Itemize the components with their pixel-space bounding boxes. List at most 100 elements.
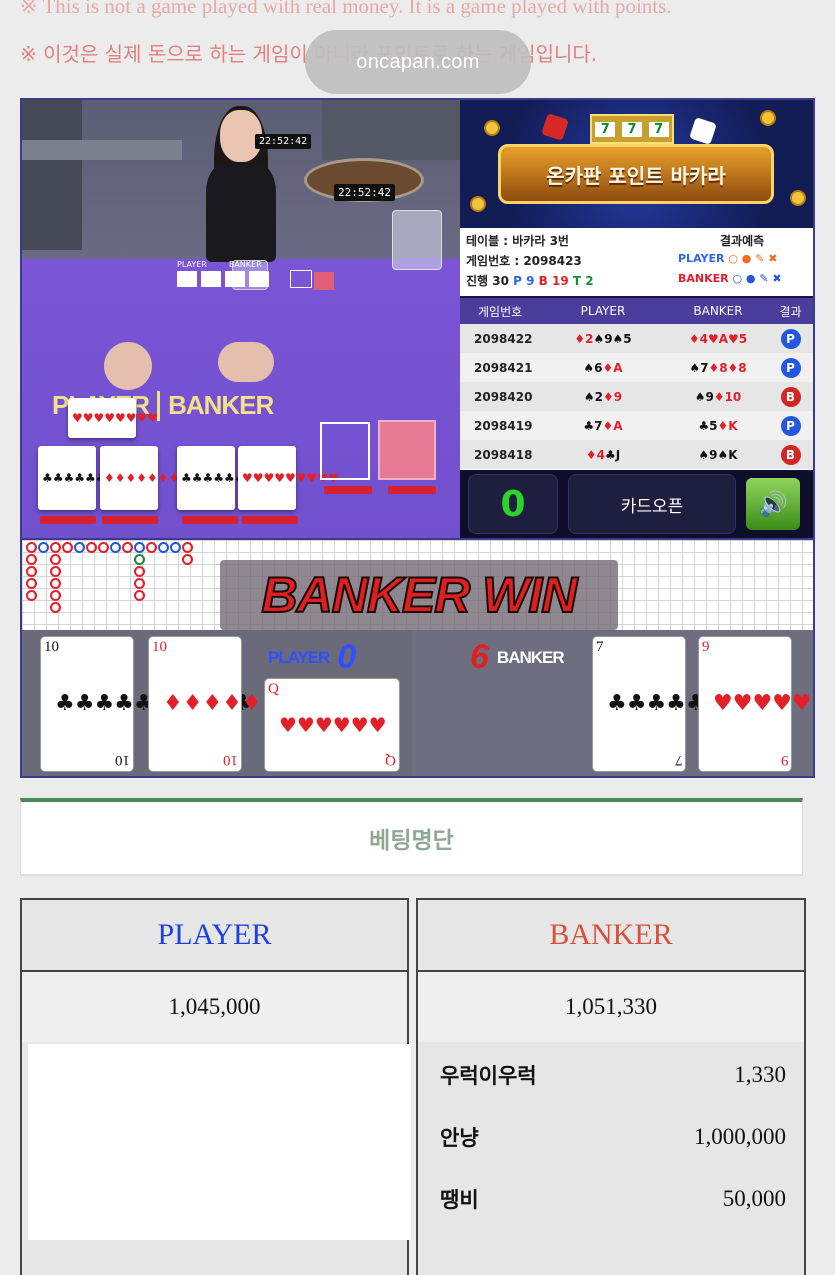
bettor-name: 땡비: [440, 1188, 479, 1212]
betting-list-title: 베팅명단: [369, 828, 454, 854]
history-header: 게임번호 PLAYER BANKER 결과: [460, 298, 813, 324]
dealer-clock: 22:52:42: [255, 134, 312, 149]
table-card: ♣♣♣♣♣♣♣♣♣♣: [38, 446, 150, 510]
road-marker: [74, 542, 85, 553]
history-row: 2098419 ♣7♦A ♣5♦K P: [460, 411, 813, 440]
player-column-header: PLAYER: [22, 900, 407, 972]
history-banker-cards: ♠7♦8♦8: [689, 360, 747, 375]
history-banker-cards: ♣5♦K: [698, 418, 738, 433]
banker-bettor-row: 땡비 50,000: [440, 1184, 786, 1214]
game-controls: 0 카드오픈 🔊: [460, 470, 813, 538]
road-marker: [86, 542, 97, 553]
banker-bets-column: BANKER 1,051,330 우럭이우럭 1,330 안냥 1,000,000 땡비…: [416, 898, 806, 1275]
road-marker: [170, 542, 181, 553]
oncapan-baccarat-banner: 777 온카판 포인트 바카라: [460, 100, 813, 228]
road-marker: [134, 578, 145, 589]
road-marker: [50, 554, 61, 565]
road-marker: [182, 554, 193, 565]
road-marker: [146, 542, 157, 553]
history-game-no: 2098419: [474, 418, 533, 433]
bettor-name: 안냥: [440, 1126, 479, 1150]
road-marker: [50, 590, 61, 601]
history-player-cards: ♣7♦A: [583, 418, 623, 433]
game-info-panel: 테이블 : 바카라 3번 게임번호 : 2098423 진행 30 P 9 B …: [460, 228, 813, 296]
history-row: 2098420 ♠2♦9 ♠9♦10 B: [460, 382, 813, 411]
history-row: 2098418 ♦4♣J ♠9♠K B: [460, 440, 813, 469]
road-marker: [134, 590, 145, 601]
speaker-icon[interactable]: 🔊: [746, 478, 800, 530]
player-bettors-empty: [28, 1044, 411, 1240]
result-banner: BANKER WIN: [220, 560, 618, 630]
history-row: 2098422 ♦2♠9♠5 ♦4♥A♥5 P: [460, 324, 813, 353]
road-marker: [26, 578, 37, 589]
live-dealer-video: 22:52:42 22:52:42 PLAYERBANKER PLAYERBAN…: [22, 100, 460, 538]
bettor-name: 우럭이우럭: [440, 1064, 537, 1088]
player-bet-total: 1,045,000: [22, 972, 407, 1042]
player-card-2: 10♦♦♦♦♦♦♦♦♦♦10: [148, 636, 360, 772]
history-result-badge: B: [780, 386, 801, 407]
road-marker: [50, 566, 61, 577]
history-game-no: 2098420: [474, 389, 533, 404]
prediction-banker: BANKER ○ ● ✎ ✖: [678, 272, 782, 285]
history-banker-cards: ♠9♠K: [698, 447, 738, 462]
history-result-badge: P: [780, 415, 801, 436]
road-marker: [122, 542, 133, 553]
road-marker: [50, 542, 61, 553]
table-card: ♦♦♦♦♦♦♦♦♦♦: [100, 446, 212, 510]
notice-english: ※ This is not a game played with real mo…: [20, 0, 672, 18]
history-banker-cards: ♦4♥A♥5: [688, 331, 748, 346]
slot-machine-icon: 777: [590, 114, 674, 144]
prediction-player: PLAYER ○ ● ✎ ✖: [678, 252, 778, 265]
history-row: 2098421 ♠6♦A ♠7♦8♦8 P: [460, 353, 813, 382]
history-player-cards: ♠2♦9: [583, 389, 623, 404]
banker-bettor-row: 안냥 1,000,000: [440, 1122, 786, 1152]
history-player-cards: ♦2♠9♠5: [574, 331, 632, 346]
road-marker: [158, 542, 169, 553]
history-player-cards: ♠6♦A: [583, 360, 623, 375]
road-marker: [38, 542, 49, 553]
table-card: ♥♥♥♥♥♥♥♥♥: [238, 446, 339, 510]
banker-card-1: 7 ♣♣♣♣♣♣♣ 7: [592, 636, 745, 772]
bettor-amount: 1,000,000: [694, 1124, 786, 1149]
road-marker: [98, 542, 109, 553]
road-marker: [26, 566, 37, 577]
site-watermark: oncapan.com: [305, 30, 531, 94]
card-open-button[interactable]: 카드오픈: [568, 474, 736, 534]
history-player-cards: ♦4♣J: [585, 447, 621, 462]
bettor-amount: 50,000: [722, 1186, 786, 1211]
road-marker: [110, 542, 121, 553]
road-marker: [26, 542, 37, 553]
game-history-table: 게임번호 PLAYER BANKER 결과 2098422 ♦2♠9♠5 ♦4♥A♥…: [460, 298, 813, 470]
road-marker: [62, 542, 73, 553]
game-number: 게임번호 : 2098423: [466, 254, 582, 268]
banker-bet-total: 1,051,330: [418, 972, 804, 1042]
road-marker: [50, 602, 61, 613]
history-game-no: 2098422: [474, 331, 533, 346]
betting-list-header: 베팅명단: [20, 798, 803, 876]
baccarat-game-panel: 22:52:42 22:52:42 PLAYERBANKER PLAYERBAN…: [20, 98, 815, 778]
road-marker: [26, 554, 37, 565]
history-game-no: 2098418: [474, 447, 533, 462]
countdown-counter: 0: [468, 474, 558, 534]
banner-title: 온카판 포인트 바카라: [498, 144, 774, 204]
table-card: ♣♣♣♣♣♣♣: [177, 446, 256, 510]
road-marker: [134, 542, 145, 553]
banker-column-header: BANKER: [418, 900, 804, 972]
bettor-amount: 1,330: [734, 1062, 786, 1087]
history-result-badge: P: [780, 357, 801, 378]
banker-card-2: 9♥♥♥♥♥♥♥♥♥9: [698, 636, 813, 772]
history-game-no: 2098421: [474, 360, 533, 375]
banker-score: 6 BANKER: [470, 638, 565, 676]
roulette-clock: 22:52:42: [334, 184, 395, 201]
road-marker: [26, 590, 37, 601]
road-marker: [134, 566, 145, 577]
road-marker: [50, 578, 61, 589]
history-result-badge: P: [780, 328, 801, 349]
prediction-title: 결과예측: [720, 234, 765, 248]
road-marker: [182, 542, 193, 553]
banker-bettor-row: 우럭이우럭 1,330: [440, 1060, 786, 1090]
card-reveal-panel: PLAYER 0 6 BANKER 10♣♣♣♣♣♣♣♣♣♣1010♦♦♦♦♦♦…: [22, 630, 813, 776]
progress-stats: 진행 30 P 9 B 19 T 2: [466, 274, 594, 288]
table-name: 테이블 : 바카라 3번: [466, 234, 569, 248]
player-card-3: Q ♥♥♥♥♥♥ Q: [264, 678, 400, 772]
